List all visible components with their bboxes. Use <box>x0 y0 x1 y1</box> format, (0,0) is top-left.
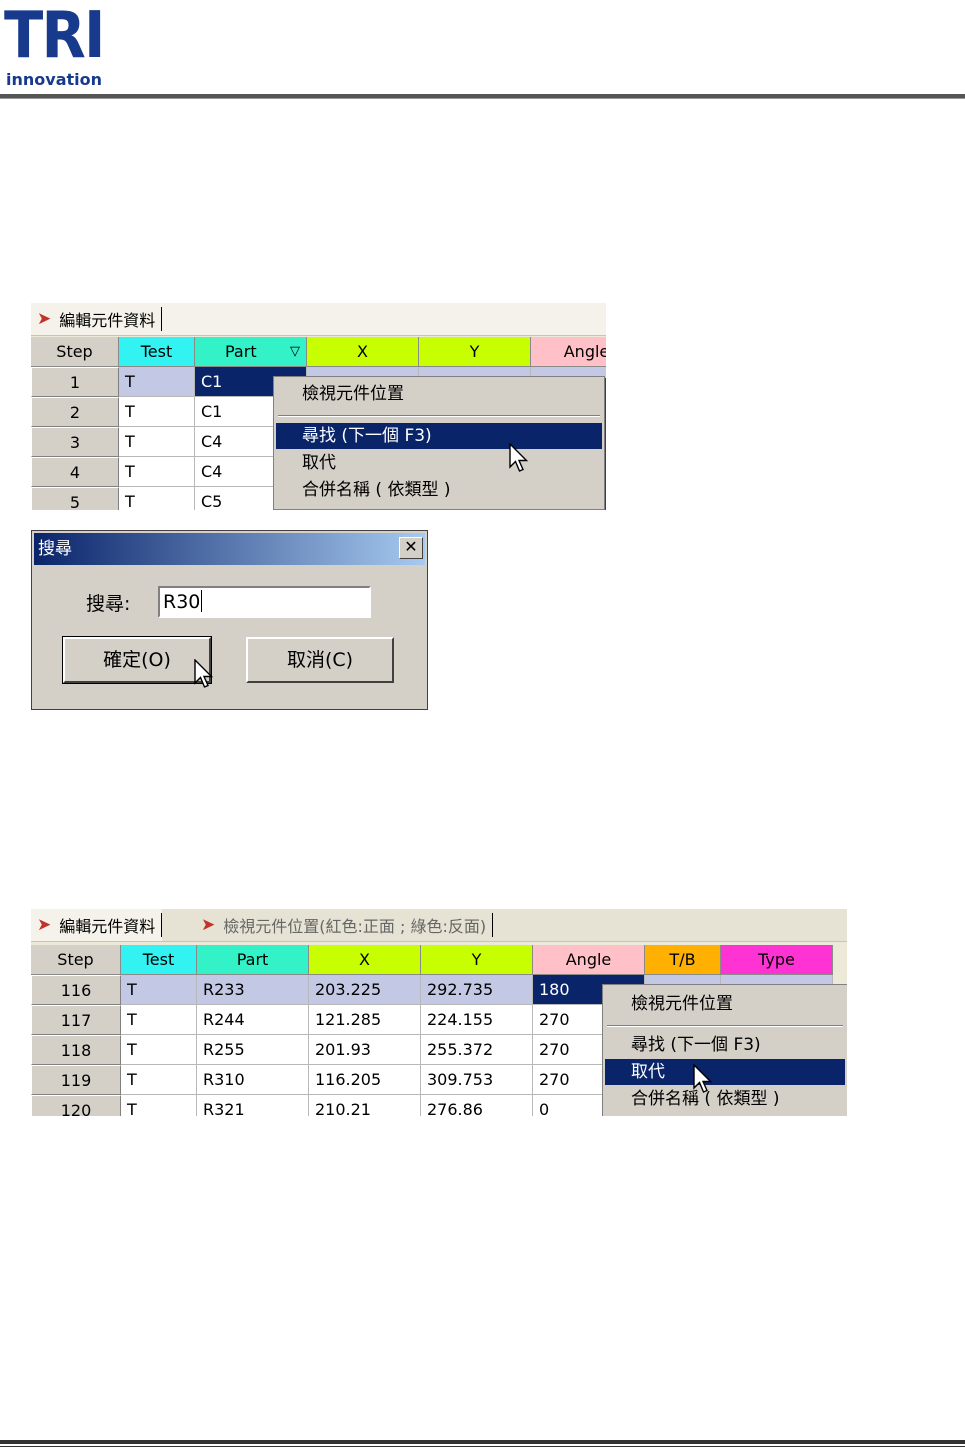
cell-part[interactable]: R321 <box>197 1095 309 1116</box>
context-menu: 檢視元件位置 尋找 (下一個 F3) 取代 合併名稱 ( 依類型 ) <box>602 984 847 1116</box>
tab-arrow-icon: ➤ <box>37 915 52 935</box>
tab-view-position[interactable]: ➤ 檢視元件位置(紅色:正面 ; 綠色:反面) <box>195 909 494 941</box>
cell-x[interactable]: 201.93 <box>309 1035 421 1065</box>
column-header-part[interactable]: Part ▽ <box>195 337 307 367</box>
menu-item-replace[interactable]: 取代 <box>276 450 602 476</box>
ok-button[interactable]: 確定(O) <box>62 636 212 684</box>
column-header-test[interactable]: Test <box>119 337 195 367</box>
menu-item-replace[interactable]: 取代 <box>605 1059 845 1085</box>
cell-x[interactable]: 116.205 <box>309 1065 421 1095</box>
dialog-title: 搜尋 <box>34 533 425 565</box>
row-step-cell[interactable]: 4 <box>31 457 119 487</box>
column-header-y[interactable]: Y <box>421 945 533 975</box>
search-label: 搜尋: <box>86 593 131 615</box>
cell-x[interactable]: 121.285 <box>309 1005 421 1035</box>
tab-edit-parts[interactable]: ➤ 編輯元件資料 <box>31 909 163 941</box>
search-dialog: 搜尋 ✕ 搜尋: R30 確定(O) 取消(C) <box>31 530 428 710</box>
close-icon[interactable]: ✕ <box>399 537 423 559</box>
column-header-x[interactable]: X <box>307 337 419 367</box>
screenshot-edit-parts-search: ➤ 編輯元件資料 Step Test Part ▽ X Y Angle 1 T C1 2 T C1 3 T C… <box>31 303 606 510</box>
cell-test[interactable]: T <box>119 427 195 457</box>
column-header-step[interactable]: Step <box>31 945 121 975</box>
column-header-x[interactable]: X <box>309 945 421 975</box>
tab-label: 編輯元件資料 <box>59 917 156 936</box>
tab-separator <box>492 913 494 937</box>
mouse-pointer-icon <box>194 659 214 688</box>
tab-arrow-icon: ➤ <box>37 309 52 329</box>
cell-test[interactable]: T <box>119 457 195 487</box>
cell-test[interactable]: T <box>119 367 195 397</box>
cell-test[interactable]: T <box>121 975 197 1005</box>
menu-item-merge-names[interactable]: 合併名稱 ( 依類型 ) <box>605 1086 845 1112</box>
row-step-cell[interactable]: 5 <box>31 487 119 510</box>
column-header-t-b[interactable]: T/B <box>645 945 721 975</box>
mouse-pointer-icon <box>509 443 529 472</box>
cell-x[interactable]: 203.225 <box>309 975 421 1005</box>
menu-item-find-next[interactable]: 尋找 (下一個 F3) <box>605 1032 845 1058</box>
menu-item-find-next[interactable]: 尋找 (下一個 F3) <box>276 423 602 449</box>
screenshot-edit-parts-replace: ➤ 編輯元件資料 ➤ 檢視元件位置(紅色:正面 ; 綠色:反面) Step Tes… <box>31 909 847 1116</box>
column-header-angle[interactable]: Angle <box>531 337 606 367</box>
search-input[interactable]: R30 <box>158 586 371 618</box>
column-header-step[interactable]: Step <box>31 337 119 367</box>
cell-test[interactable]: T <box>119 397 195 427</box>
footer-divider-thin <box>0 1446 965 1447</box>
column-header-test[interactable]: Test <box>121 945 197 975</box>
cell-part[interactable]: R310 <box>197 1065 309 1095</box>
text-caret <box>201 590 203 612</box>
menu-separator <box>607 1025 843 1027</box>
row-step-cell[interactable]: 3 <box>31 427 119 457</box>
column-header-part[interactable]: Part <box>197 945 309 975</box>
menu-item-view-position[interactable]: 檢視元件位置 <box>605 991 845 1017</box>
cell-part[interactable]: R255 <box>197 1035 309 1065</box>
tab-separator <box>161 307 163 331</box>
row-step-cell[interactable]: 118 <box>31 1035 121 1065</box>
context-menu: 檢視元件位置 尋找 (下一個 F3) 取代 合併名稱 ( 依類型 ) <box>273 376 605 510</box>
row-step-cell[interactable]: 117 <box>31 1005 121 1035</box>
tab-bar: ➤ 編輯元件資料 ➤ 檢視元件位置(紅色:正面 ; 綠色:反面) <box>31 909 847 942</box>
header-divider-thin <box>0 98 965 99</box>
menu-separator <box>278 415 600 417</box>
cell-test[interactable]: T <box>121 1095 197 1116</box>
cell-test[interactable]: T <box>121 1005 197 1035</box>
menu-item-view-position[interactable]: 檢視元件位置 <box>276 381 602 407</box>
tab-edit-parts[interactable]: ➤ 編輯元件資料 <box>31 303 163 335</box>
menu-item-merge-names[interactable]: 合併名稱 ( 依類型 ) <box>276 477 602 503</box>
row-step-cell[interactable]: 2 <box>31 397 119 427</box>
logo-wordmark: TRI <box>4 0 105 73</box>
cell-test[interactable]: T <box>121 1065 197 1095</box>
row-step-cell[interactable]: 120 <box>31 1095 121 1116</box>
tab-label: 檢視元件位置(紅色:正面 ; 綠色:反面) <box>223 917 487 936</box>
cell-test[interactable]: T <box>121 1035 197 1065</box>
cancel-button[interactable]: 取消(C) <box>246 637 394 683</box>
row-step-cell[interactable]: 116 <box>31 975 121 1005</box>
row-step-cell[interactable]: 1 <box>31 367 119 397</box>
cell-y[interactable]: 276.86 <box>421 1095 533 1116</box>
mouse-pointer-icon <box>693 1064 713 1093</box>
footer-divider <box>0 1440 965 1444</box>
row-step-cell[interactable]: 119 <box>31 1065 121 1095</box>
cell-y[interactable]: 309.753 <box>421 1065 533 1095</box>
tab-arrow-icon: ➤ <box>201 915 216 935</box>
cell-y[interactable]: 292.735 <box>421 975 533 1005</box>
sort-indicator-icon: ▽ <box>290 344 300 359</box>
cell-y[interactable]: 255.372 <box>421 1035 533 1065</box>
tab-separator <box>161 913 163 937</box>
column-header-y[interactable]: Y <box>419 337 531 367</box>
search-input-value: R30 <box>163 591 201 613</box>
column-header-angle[interactable]: Angle <box>533 945 645 975</box>
cell-x[interactable]: 210.21 <box>309 1095 421 1116</box>
tab-label: 編輯元件資料 <box>59 311 156 330</box>
cell-part[interactable]: R233 <box>197 975 309 1005</box>
cell-part[interactable]: R244 <box>197 1005 309 1035</box>
cell-test[interactable]: T <box>119 487 195 510</box>
logo-subtitle: innovation <box>6 70 102 89</box>
tab-bar: ➤ 編輯元件資料 <box>31 303 606 336</box>
cell-y[interactable]: 224.155 <box>421 1005 533 1035</box>
column-header-type[interactable]: Type <box>721 945 833 975</box>
